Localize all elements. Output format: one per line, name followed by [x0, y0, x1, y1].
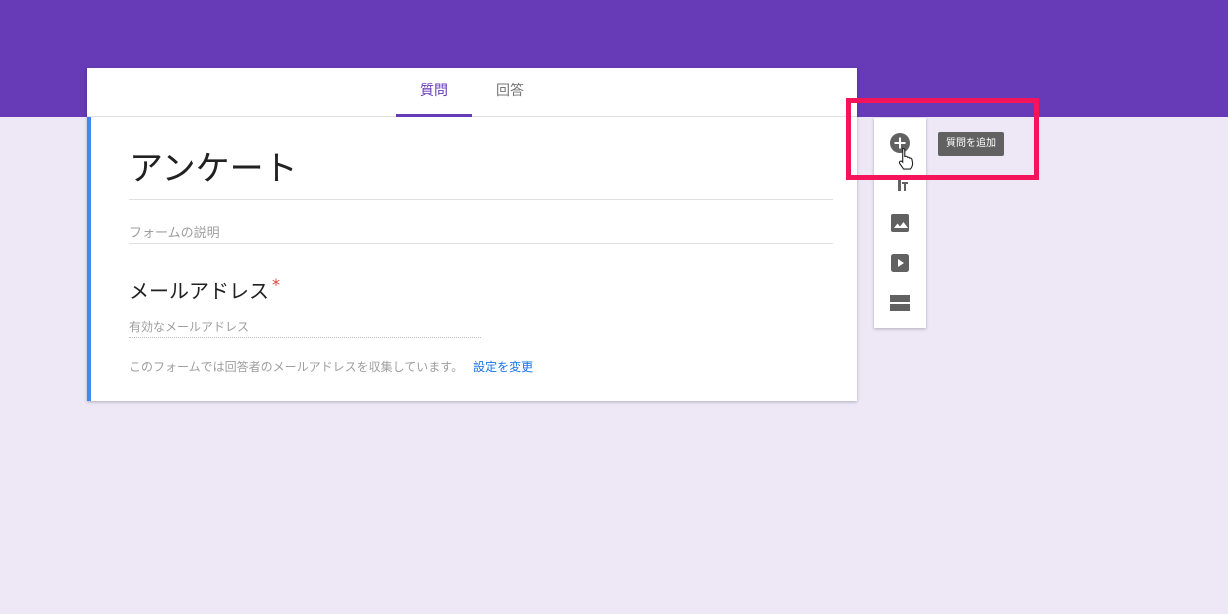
- required-mark: *: [272, 275, 280, 294]
- tab-responses[interactable]: 回答: [472, 68, 548, 116]
- add-section-icon: [890, 295, 910, 311]
- change-settings-link[interactable]: 設定を変更: [473, 360, 533, 374]
- tab-questions[interactable]: 質問: [396, 68, 472, 117]
- title-underline: [129, 199, 833, 200]
- question-title-text: メールアドレス: [129, 279, 269, 303]
- active-section-accent: [87, 117, 91, 401]
- email-input[interactable]: [129, 318, 481, 336]
- form-card: 質問 回答 アンケート メールアドレス* このフォームでは回答者のメールアドレス…: [87, 68, 857, 401]
- add-image-icon: [891, 214, 909, 232]
- question-title: メールアドレス *: [129, 275, 280, 304]
- hand-cursor-icon: [898, 147, 914, 170]
- email-underline: [129, 337, 481, 338]
- highlight-box: [846, 98, 1039, 180]
- form-description-input[interactable]: [129, 223, 833, 243]
- add-section-button[interactable]: [888, 291, 912, 315]
- email-collection-notice: このフォームでは回答者のメールアドレスを収集しています。 設定を変更: [129, 358, 533, 375]
- add-image-button[interactable]: [888, 211, 912, 235]
- add-video-button[interactable]: [888, 251, 912, 275]
- notice-text: このフォームでは回答者のメールアドレスを収集しています。: [129, 360, 464, 374]
- tabs-bar: 質問 回答: [87, 68, 857, 117]
- form-title[interactable]: アンケート: [129, 146, 298, 192]
- description-underline: [129, 243, 833, 244]
- add-video-icon: [891, 254, 909, 272]
